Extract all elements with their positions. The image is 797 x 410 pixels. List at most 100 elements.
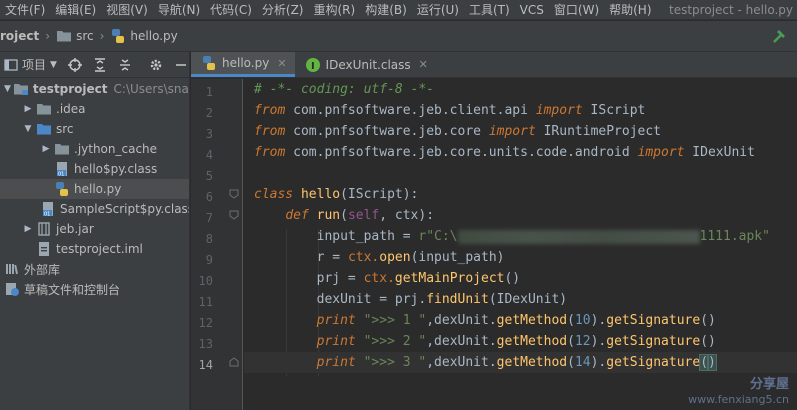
close-icon[interactable]: ✕ <box>419 58 428 71</box>
code-text: ctx. <box>363 271 395 286</box>
code-line: prj = ctx.getMainProject() <box>244 268 797 289</box>
tree-item-label: SampleScript$py.class <box>60 202 190 216</box>
string: ">>> 2 " <box>355 334 427 349</box>
menu-tools[interactable]: 工具(T) <box>464 0 515 20</box>
class-name: hello <box>300 187 341 202</box>
keyword: def <box>285 208 309 223</box>
self-param: self <box>347 208 380 223</box>
breadcrumb-project[interactable]: roject <box>0 29 39 43</box>
tree-item-samplescript-class[interactable]: 01 SampleScript$py.class <box>0 199 189 219</box>
python-file-icon <box>110 28 126 44</box>
build-hammer-icon[interactable] <box>771 27 789 45</box>
matched-brace-caret: ) <box>707 354 717 371</box>
breadcrumb-file[interactable]: hello.py <box>110 28 178 44</box>
string: 1111.apk" <box>699 229 770 244</box>
project-pane-header: 项目 ▼ <box>0 52 189 78</box>
menu-file[interactable]: 文件(F) <box>0 0 50 20</box>
menu-vcs[interactable]: VCS <box>515 0 549 20</box>
code-text: ). <box>590 355 607 370</box>
code-text: ). <box>590 313 607 328</box>
menu-code[interactable]: 代码(C) <box>205 0 257 20</box>
chevron-down-icon[interactable]: ▼ <box>4 83 11 95</box>
tree-item-idea[interactable]: ▶ .idea <box>0 99 189 119</box>
watermark-url: www.fenxiang5.cn <box>688 393 789 406</box>
tree-item-testproject[interactable]: ▼ testproject C:\Users\snake\ <box>0 79 189 99</box>
chevron-right-icon[interactable]: ▶ <box>22 103 34 115</box>
method-call: getSignature <box>606 355 701 370</box>
tree-item-src[interactable]: ▼ src <box>0 119 189 139</box>
tree-item-jeb-jar[interactable]: ▶ jeb.jar <box>0 219 189 239</box>
tree-item-scratches[interactable]: 草稿文件和控制台 <box>0 279 189 299</box>
chevron-down-icon: ▼ <box>50 59 57 70</box>
module: com.pnfsoftware.jeb.core.units.code.andr… <box>285 145 638 160</box>
breadcrumb-file-label: hello.py <box>130 29 178 43</box>
line-number: 14 <box>198 358 213 372</box>
menu-analyze[interactable]: 分析(Z) <box>257 0 309 20</box>
breadcrumb-src[interactable]: src <box>56 28 94 44</box>
locate-crosshair-icon[interactable] <box>67 57 82 73</box>
source-folder-icon <box>36 121 52 137</box>
code-editor: hello.py ✕ I IDexUnit.class ✕ 1 2 3 4 5 … <box>191 52 797 410</box>
tree-item-label: testproject.iml <box>56 242 143 256</box>
tree-item-iml[interactable]: testproject.iml <box>0 239 189 259</box>
interface-icon: I <box>305 57 321 73</box>
line-number: 6 <box>205 190 213 204</box>
chevron-right-icon[interactable]: ▶ <box>40 143 52 155</box>
code-text: () <box>700 334 716 349</box>
code-lines[interactable]: # -*- coding: utf-8 -*- from com.pnfsoft… <box>244 79 797 410</box>
number: 14 <box>574 355 591 370</box>
keyword: import <box>488 124 536 139</box>
module-file-icon <box>36 241 52 257</box>
tree-item-label: hello.py <box>74 182 122 196</box>
close-icon[interactable]: ✕ <box>277 57 286 70</box>
menu-navigate[interactable]: 导航(N) <box>153 0 205 20</box>
matched-brace: ( <box>699 354 709 371</box>
tree-item-label: .jython_cache <box>74 142 158 156</box>
tree-item-hello-class[interactable]: 01 hello$py.class <box>0 159 189 179</box>
tree-item-jython-cache[interactable]: ▶ .jython_cache <box>0 139 189 159</box>
code-line: from com.pnfsoftware.jeb.client.api impo… <box>244 100 797 121</box>
method-call: getMainProject <box>394 271 505 286</box>
collapse-all-icon[interactable] <box>117 57 132 73</box>
line-number: 4 <box>205 148 213 162</box>
class-file-icon: 01 <box>54 161 70 177</box>
jar-icon <box>36 221 52 237</box>
line-number: 10 <box>198 274 213 288</box>
menu-edit[interactable]: 编辑(E) <box>50 0 101 20</box>
tree-item-label: jeb.jar <box>56 222 94 236</box>
fold-end-marker-icon[interactable] <box>229 357 239 367</box>
code-line: def run(self, ctx): <box>244 205 797 226</box>
module: com.pnfsoftware.jeb.core <box>285 124 489 139</box>
watermark-logo-text: 分享屋 <box>749 377 789 392</box>
code-text: , ctx): <box>379 208 435 223</box>
fold-marker-icon[interactable] <box>229 189 239 199</box>
keyword: from <box>254 124 286 139</box>
hide-minus-icon[interactable] <box>174 57 189 73</box>
tree-item-external-libraries[interactable]: 外部库 <box>0 259 189 279</box>
project-view-selector[interactable]: 项目 ▼ <box>0 56 57 73</box>
menu-refactor[interactable]: 重构(R) <box>309 0 361 20</box>
menu-help[interactable]: 帮助(H) <box>604 0 656 20</box>
code-text: (input_path) <box>410 250 505 265</box>
tab-hello-py[interactable]: hello.py ✕ <box>191 52 295 77</box>
code-area[interactable]: 1 2 3 4 5 6 7 8 9 10 11 12 13 14 # -*- c… <box>191 79 797 410</box>
tree-item-hello-py[interactable]: hello.py <box>0 179 189 199</box>
menu-build[interactable]: 构建(B) <box>360 0 412 20</box>
code-text: ( <box>340 208 348 223</box>
line-number: 8 <box>205 232 213 246</box>
window-title: testproject - hello.py <box>669 3 793 17</box>
menu-view[interactable]: 视图(V) <box>101 0 153 20</box>
tab-idexunit-class[interactable]: I IDexUnit.class ✕ <box>295 52 436 77</box>
editor-tabs: hello.py ✕ I IDexUnit.class ✕ <box>191 52 797 78</box>
menu-window[interactable]: 窗口(W) <box>549 0 604 20</box>
menu-run[interactable]: 运行(U) <box>412 0 464 20</box>
chevron-right-icon[interactable]: ▶ <box>22 223 34 235</box>
line-number: 2 <box>205 106 213 120</box>
tree-item-label: src <box>56 122 74 136</box>
fold-marker-icon[interactable] <box>229 210 239 220</box>
keyword: print <box>316 355 356 370</box>
gear-icon[interactable] <box>149 57 164 73</box>
method-call: getMethod <box>496 355 568 370</box>
expand-all-icon[interactable] <box>92 57 107 73</box>
chevron-down-icon[interactable]: ▼ <box>22 123 34 135</box>
